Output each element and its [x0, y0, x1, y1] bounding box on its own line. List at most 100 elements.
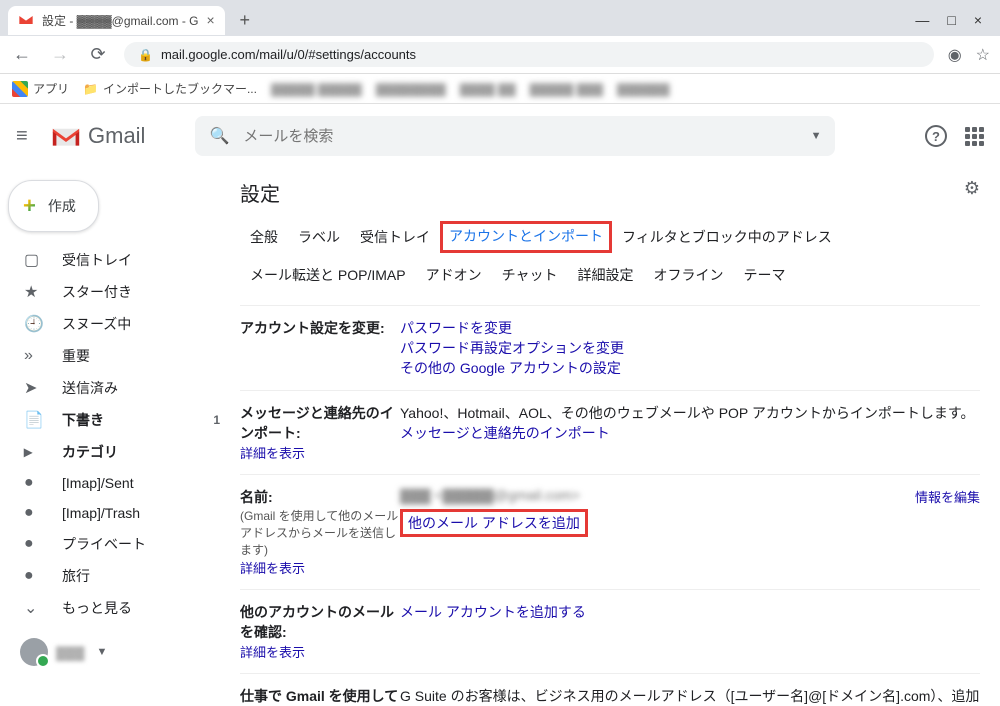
compose-button[interactable]: + 作成	[8, 180, 99, 232]
sidebar-item-label: スター付き	[62, 282, 132, 302]
search-input[interactable]	[243, 128, 796, 145]
sidebar-item-more[interactable]: ⌄もっと見る	[0, 592, 232, 624]
browser-tab-bar: 設定 - ▓▓▓▓@gmail.com - G × + — □ ×	[0, 0, 1000, 36]
link-change-password[interactable]: パスワードを変更	[400, 320, 512, 336]
settings-tab[interactable]: 全般	[240, 221, 288, 253]
bookmarks-bar: アプリ 📁インポートしたブックマー... ▓▓▓▓▓ ▓▓▓▓▓ ▓▓▓▓▓▓▓…	[0, 74, 1000, 104]
settings-tabs-row2: メール転送と POP/IMAPアドオンチャット詳細設定オフラインテーマ	[240, 259, 980, 291]
link-add-account[interactable]: メール アカウントを追加する	[400, 604, 586, 620]
minimize-icon[interactable]: —	[915, 12, 929, 28]
folder-icon: 📁	[83, 82, 98, 96]
settings-content: ⚙ 設定 全般ラベル受信トレイアカウントとインポートフィルタとブロック中のアドレ…	[240, 168, 1000, 704]
sent-icon: ➤	[24, 378, 44, 398]
maximize-icon[interactable]: □	[947, 12, 955, 28]
settings-tab[interactable]: 詳細設定	[567, 259, 643, 291]
gmail-logo[interactable]: Gmail	[50, 123, 145, 149]
url-field[interactable]: 🔒 mail.google.com/mail/u/0/#settings/acc…	[124, 42, 934, 67]
sidebar-item-label[interactable]: ● [Imap]/Trash	[0, 498, 232, 528]
link-other-google[interactable]: その他の Google アカウントの設定	[400, 360, 621, 376]
settings-tab[interactable]: アドオン	[416, 259, 492, 291]
menu-icon[interactable]: ≡	[16, 125, 40, 148]
search-icon: 🔍	[209, 126, 229, 146]
sidebar-item-label[interactable]: ●プライベート	[0, 528, 232, 560]
link-add-address[interactable]: 他のメール アドレスを追加	[408, 515, 580, 531]
gear-icon[interactable]: ⚙	[964, 178, 980, 199]
apps-grid-icon[interactable]	[965, 127, 984, 146]
sidebar-item-label: 受信トレイ	[62, 250, 132, 270]
bookmark-item[interactable]: ▓▓▓▓▓ ▓▓▓	[530, 82, 603, 96]
settings-tab[interactable]: 受信トレイ	[350, 221, 440, 253]
sidebar-item-category[interactable]: ▸ カテゴリ	[0, 436, 232, 468]
label-icon: ●	[24, 504, 44, 522]
back-button[interactable]: ←	[10, 44, 34, 65]
bookmark-item[interactable]: ▓▓▓▓▓▓▓▓	[376, 82, 446, 96]
star-icon: ★	[24, 282, 44, 302]
bookmark-item[interactable]: ▓▓▓▓ ▓▓	[460, 82, 516, 96]
settings-tab[interactable]: ラベル	[288, 221, 350, 253]
sidebar-item-draft[interactable]: 📄下書き1	[0, 404, 232, 436]
settings-tab[interactable]: メール転送と POP/IMAP	[240, 259, 416, 291]
bookmark-item[interactable]: ▓▓▓▓▓▓	[617, 82, 670, 96]
settings-tab[interactable]: フィルタとブロック中のアドレス	[612, 221, 842, 253]
search-options-icon[interactable]: ▼	[811, 130, 822, 142]
bookmark-item[interactable]: ▓▓▓▓▓ ▓▓▓▓▓	[271, 82, 362, 96]
compose-label: 作成	[48, 196, 76, 216]
sidebar-item-label[interactable]: ● 旅行	[0, 560, 232, 592]
search-box[interactable]: 🔍 ▼	[195, 116, 835, 156]
sidebar-item-label: 重要	[62, 346, 90, 366]
label-icon: ●	[24, 567, 44, 585]
sidebar-item-label: 旅行	[62, 566, 90, 586]
hangouts-row[interactable]: ▓▓▓ ▼	[0, 624, 232, 666]
sidebar-item-label: スヌーズ中	[62, 314, 131, 334]
sidebar-item-clock[interactable]: 🕘 スヌーズ中	[0, 308, 232, 340]
settings-tab[interactable]: オフライン	[643, 259, 733, 291]
settings-tab[interactable]: アカウントとインポート	[440, 221, 612, 253]
settings-tab[interactable]: テーマ	[733, 259, 795, 291]
section-label: アカウント設定を変更:	[240, 318, 400, 378]
gmail-logo-icon	[50, 124, 82, 148]
detail-link[interactable]: 詳細を表示	[240, 645, 305, 660]
bookmark-folder[interactable]: 📁インポートしたブックマー...	[83, 80, 257, 97]
category-icon: ▸	[24, 442, 44, 462]
sidebar-item-label: [Imap]/Sent	[62, 475, 134, 491]
clock-icon: 🕘	[24, 314, 44, 334]
sidebar: + 作成 ▢受信トレイ ★ スター付き 🕘 スヌーズ中 » 重要 ➤送信済み📄下書き1 ▸ カテゴ…	[0, 168, 240, 704]
eye-icon[interactable]: ◉	[948, 45, 962, 65]
more-icon: ⌄	[24, 598, 44, 618]
section-import: メッセージと連絡先のインポート: 詳細を表示 Yahoo!、Hotmail、AO…	[240, 390, 980, 474]
section-work: 仕事で Gmail を使用していますか? G Suite のお客様は、ビジネス用…	[240, 673, 980, 704]
detail-link[interactable]: 詳細を表示	[240, 561, 305, 576]
link-import[interactable]: メッセージと連絡先のインポート	[400, 425, 610, 441]
gmail-header: ≡ Gmail 🔍 ▼ ?	[0, 104, 1000, 168]
link-edit-info[interactable]: 情報を編集	[915, 487, 980, 506]
settings-tabs: 全般ラベル受信トレイアカウントとインポートフィルタとブロック中のアドレス	[240, 221, 980, 253]
reload-button[interactable]: ⟳	[86, 44, 110, 65]
section-label: 名前:	[240, 489, 273, 505]
window-controls: — □ ×	[915, 12, 992, 28]
close-window-icon[interactable]: ×	[974, 12, 982, 28]
gmail-favicon	[18, 12, 34, 28]
sidebar-item-star[interactable]: ★ スター付き	[0, 276, 232, 308]
forward-button[interactable]: →	[48, 44, 72, 65]
detail-link[interactable]: 詳細を表示	[240, 446, 305, 461]
sidebar-item-label: [Imap]/Trash	[62, 505, 140, 521]
section-account: アカウント設定を変更: パスワードを変更 パスワード再設定オプションを変更 その…	[240, 305, 980, 390]
gmail-logo-text: Gmail	[88, 123, 145, 149]
sidebar-item-label[interactable]: ● [Imap]/Sent	[0, 468, 232, 498]
browser-tab[interactable]: 設定 - ▓▓▓▓@gmail.com - G ×	[8, 6, 225, 35]
label-icon: ●	[24, 474, 44, 492]
sidebar-item-label: カテゴリ	[62, 442, 118, 462]
settings-tab[interactable]: チャット	[492, 259, 568, 291]
apps-bookmark[interactable]: アプリ	[12, 80, 69, 97]
section-label: メッセージと連絡先のインポート:	[240, 405, 394, 441]
sidebar-item-sent[interactable]: ➤送信済み	[0, 372, 232, 404]
sidebar-item-important[interactable]: » 重要	[0, 340, 232, 372]
help-icon[interactable]: ?	[925, 125, 947, 147]
link-recovery-options[interactable]: パスワード再設定オプションを変更	[400, 340, 624, 356]
new-tab-button[interactable]: +	[231, 6, 259, 34]
section-name: 名前: (Gmail を使用して他のメール アドレスからメールを送信します) 詳…	[240, 474, 980, 589]
important-icon: »	[24, 347, 44, 365]
sidebar-item-inbox[interactable]: ▢受信トレイ	[0, 244, 232, 276]
tab-close-icon[interactable]: ×	[207, 12, 215, 28]
star-icon[interactable]: ☆	[976, 45, 990, 65]
